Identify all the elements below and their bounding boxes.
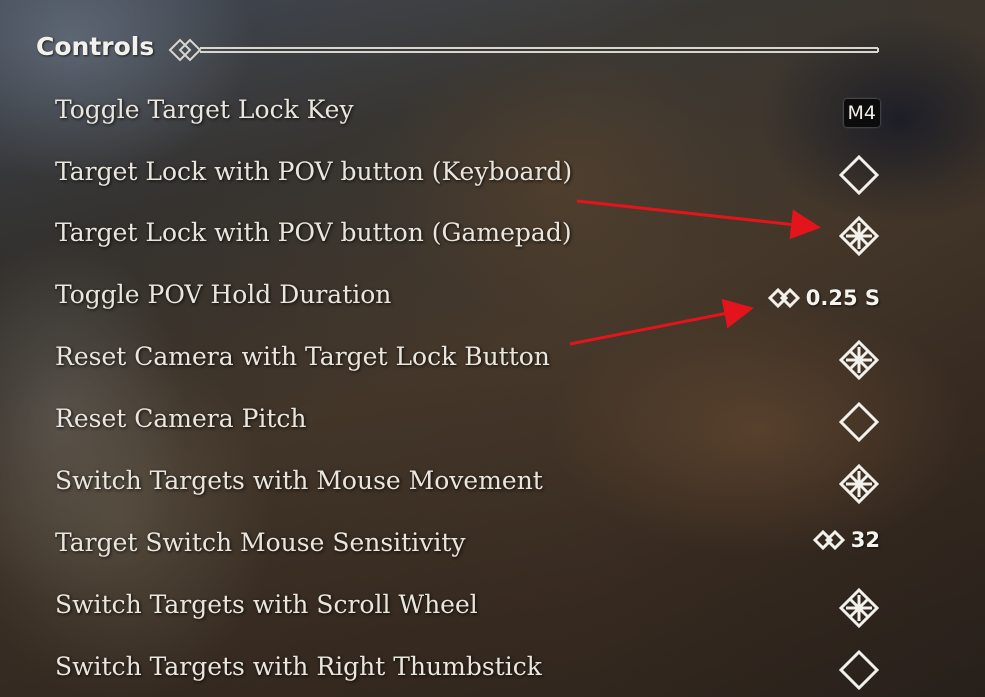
annotation-arrows: [569, 199, 821, 346]
annotation-arrow: [569, 298, 754, 346]
annotation-arrow: [576, 199, 821, 240]
